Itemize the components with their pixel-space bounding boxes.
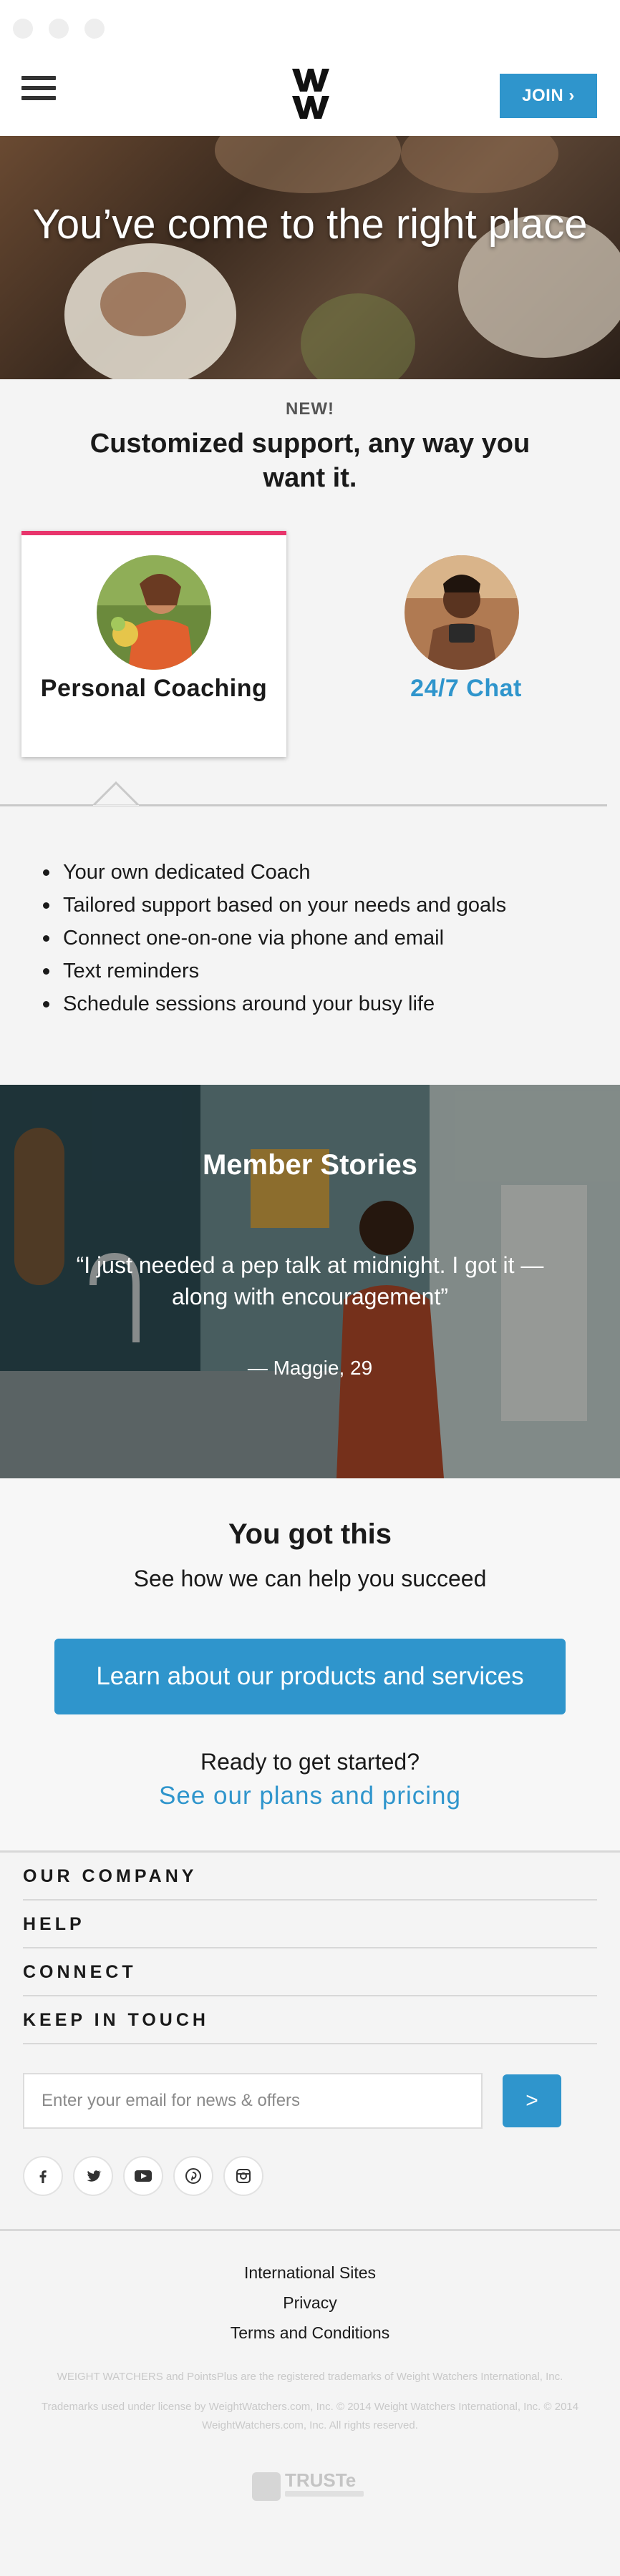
plans-pricing-link[interactable]: See our plans and pricing	[0, 1782, 620, 1810]
truste-label: TRUSTe	[285, 2469, 357, 2491]
hero-title: You’ve come to the right place	[32, 201, 588, 248]
window-dot-close[interactable]	[13, 19, 33, 39]
support-section: NEW! Customized support, any way you wan…	[0, 379, 620, 809]
privacy-link[interactable]: Privacy	[0, 2288, 620, 2318]
truste-badge[interactable]: TRUSTe	[252, 2468, 368, 2504]
browser-chrome	[0, 0, 620, 56]
site-footer: OUR COMPANY HELP CONNECT KEEP IN TOUCH >…	[0, 1850, 620, 2576]
tab-pointer	[93, 781, 139, 806]
join-button[interactable]: JOIN ›	[500, 74, 597, 118]
support-title: Customized support, any way you want it.	[89, 429, 531, 493]
email-field[interactable]	[23, 2073, 483, 2129]
coach-avatar	[97, 555, 211, 670]
cta-title: You got this	[228, 1518, 392, 1550]
chat-label: 24/7 Chat	[410, 675, 522, 702]
footer-nav-keep-in-touch[interactable]: KEEP IN TOUCH	[23, 1996, 597, 2044]
list-item: Schedule sessions around your busy life	[43, 987, 587, 1020]
tab-personal-coaching[interactable]: Personal Coaching	[21, 531, 286, 757]
tab-24-7-chat[interactable]: 24/7 Chat	[334, 531, 599, 757]
email-submit-button[interactable]: >	[503, 2074, 561, 2127]
menu-icon[interactable]	[21, 76, 56, 106]
cta-section: You got this See how we can help you suc…	[0, 1478, 620, 1850]
list-item: Text reminders	[43, 955, 587, 987]
stories-title: Member Stories	[202, 1149, 418, 1181]
footer-nav-connect[interactable]: CONNECT	[23, 1948, 597, 1996]
chat-avatar	[405, 555, 519, 670]
tab-divider	[0, 804, 607, 806]
stories-quote: “I just needed a pep talk at midnight. I…	[76, 1252, 544, 1309]
hero-banner: You’ve come to the right place	[0, 136, 620, 379]
list-item: Connect one-on-one via phone and email	[43, 922, 587, 955]
member-stories: Member Stories “I just needed a pep talk…	[0, 1085, 620, 1478]
window-dot-maximize[interactable]	[84, 19, 105, 39]
list-item: Your own dedicated Coach	[43, 856, 587, 889]
learn-products-button[interactable]: Learn about our products and services	[54, 1639, 566, 1714]
instagram-icon[interactable]	[223, 2156, 263, 2196]
pinterest-icon[interactable]	[173, 2156, 213, 2196]
social-links	[23, 2156, 263, 2196]
list-item: Tailored support based on your needs and…	[43, 889, 587, 922]
twitter-icon[interactable]	[73, 2156, 113, 2196]
ww-logo[interactable]: WW	[292, 69, 329, 119]
facebook-icon[interactable]	[23, 2156, 63, 2196]
cta-subtitle: See how we can help you succeed	[133, 1566, 487, 1591]
personal-coaching-label: Personal Coaching	[40, 675, 268, 702]
new-label: NEW!	[286, 399, 334, 419]
youtube-icon[interactable]	[123, 2156, 163, 2196]
window-dot-minimize[interactable]	[49, 19, 69, 39]
ready-text: Ready to get started?	[200, 1749, 420, 1775]
feature-list: Your own dedicated Coach Tailored suppor…	[43, 856, 587, 1020]
footer-nav-help[interactable]: HELP	[23, 1901, 597, 1948]
site-header: WW JOIN ›	[0, 56, 620, 136]
stories-attribution: — Maggie, 29	[247, 1357, 373, 1379]
legal-trademark: WEIGHT WATCHERS and PointsPlus are the r…	[57, 2371, 563, 2383]
footer-nav: OUR COMPANY HELP CONNECT KEEP IN TOUCH	[23, 1853, 597, 2044]
footer-links: International Sites Privacy Terms and Co…	[0, 2258, 620, 2348]
legal-copyright: Trademarks used under license by WeightW…	[41, 2401, 579, 2431]
footer-separator	[0, 2229, 620, 2231]
truste-subline	[285, 2491, 364, 2497]
truste-icon	[252, 2472, 281, 2501]
footer-nav-our-company[interactable]: OUR COMPANY	[23, 1853, 597, 1901]
international-sites-link[interactable]: International Sites	[0, 2258, 620, 2288]
terms-link[interactable]: Terms and Conditions	[0, 2318, 620, 2348]
